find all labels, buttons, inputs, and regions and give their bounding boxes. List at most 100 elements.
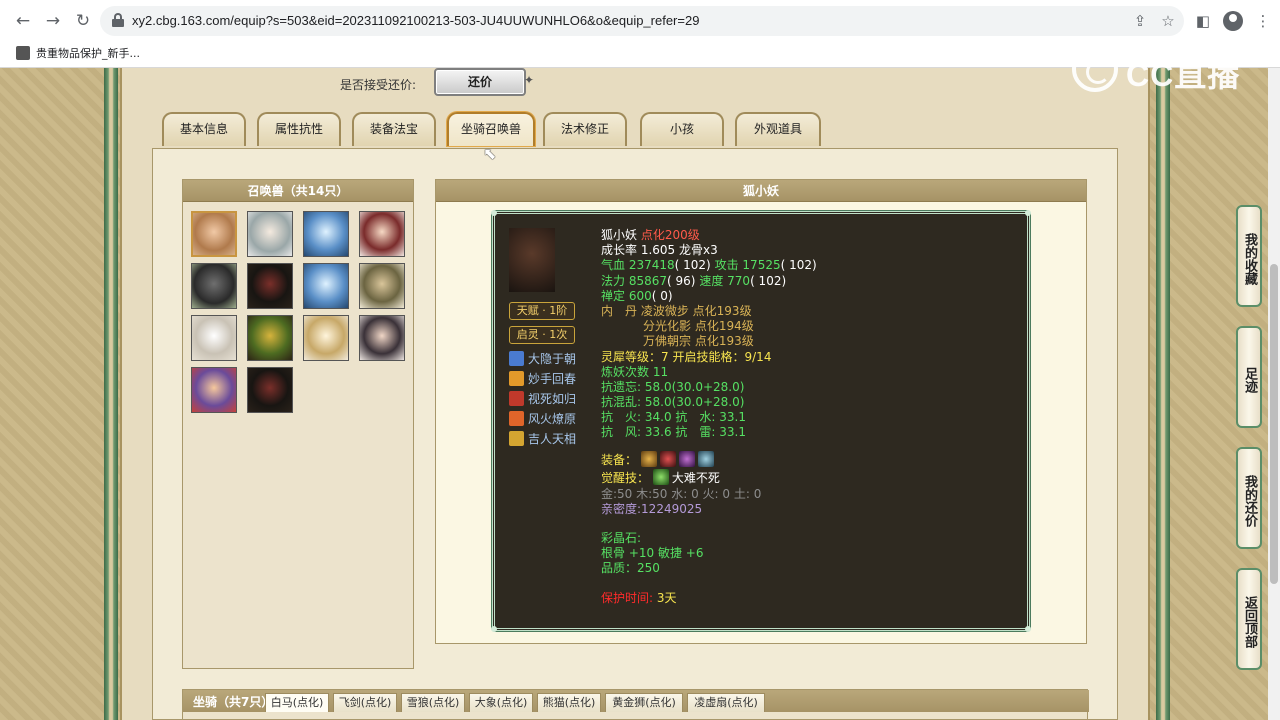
summon-portrait <box>509 228 555 292</box>
equip-slot-icon[interactable] <box>678 450 695 467</box>
talent-badge: 天赋 · 1阶 <box>509 302 575 320</box>
skill-item[interactable]: 风火燎原 <box>509 410 576 428</box>
intimacy: 亲密度:12249025 <box>601 501 703 516</box>
mount-panel: 坐骑（共7只） 白马(点化) 飞剑(点化) 雪狼(点化) 大象(点化) 熊猫(点… <box>182 689 1089 720</box>
spd-value: 770 <box>727 273 751 288</box>
star-icon[interactable]: ☆ <box>1158 11 1178 31</box>
card-corner <box>1025 626 1031 632</box>
mount-tab[interactable]: 大象(点化) <box>469 693 533 712</box>
skill-label: 视死如归 <box>528 392 577 406</box>
summon-thumb[interactable] <box>359 211 405 257</box>
tab-appearance[interactable]: 外观道具 <box>735 112 821 146</box>
card-corner <box>491 210 497 216</box>
summon-thumb[interactable] <box>191 315 237 361</box>
summon-thumb[interactable] <box>247 315 293 361</box>
skill-label: 妙手回春 <box>528 372 577 386</box>
summon-thumb[interactable] <box>191 367 237 413</box>
summon-thumb[interactable] <box>303 263 349 309</box>
awaken-skill-icon[interactable] <box>652 468 669 485</box>
card-corner <box>1025 210 1031 216</box>
mount-title: 坐骑（共7只） <box>193 695 274 709</box>
mp-label: 法力 <box>601 273 626 288</box>
lingxi-slots-label: 开启技能格： <box>672 349 745 364</box>
summon-list-title: 召唤兽（共14只） <box>183 180 413 202</box>
lock-icon <box>112 13 124 27</box>
skill-icon <box>509 431 524 446</box>
summon-info-card: 天赋 · 1阶 启灵 · 1次 大隐于朝 妙手回春 视死如归 风火燎原 吉人天相… <box>491 210 1031 632</box>
tab-equipment[interactable]: 装备法宝 <box>352 112 436 146</box>
summon-level: 点化200级 <box>640 228 700 242</box>
back-to-top-button[interactable]: 返回顶部 <box>1236 568 1262 670</box>
my-favorites-button[interactable]: 我的收藏 <box>1236 205 1262 307</box>
skill-label: 风火燎原 <box>528 412 577 426</box>
equip-label: 装备： <box>601 452 638 467</box>
mount-tab[interactable]: 雪狼(点化) <box>401 693 465 712</box>
protect-label: 保护时间: <box>601 590 654 605</box>
skill-item[interactable]: 视死如归 <box>509 390 576 408</box>
resist-row: 抗 火: 34.0 抗 水: 33.1 <box>601 410 746 425</box>
hp-value: 237418 <box>628 258 675 273</box>
my-offers-button[interactable]: 我的还价 <box>1236 447 1262 549</box>
awaken-label: 觉醒技： <box>601 470 650 485</box>
summon-thumb[interactable] <box>247 211 293 257</box>
hp-base: ( 102) <box>674 258 711 273</box>
mp-base: ( 96) <box>667 273 696 288</box>
menu-icon[interactable]: ⋮ <box>1252 10 1274 32</box>
tab-attributes[interactable]: 属性抗性 <box>257 112 341 146</box>
equip-slot-icon[interactable] <box>659 450 676 467</box>
page-scrollbar[interactable] <box>1268 68 1280 720</box>
growth-rate: 成长率 1.605 龙骨x3 <box>601 243 718 258</box>
skill-item[interactable]: 妙手回春 <box>509 370 576 388</box>
mouse-cursor-icon: ⬉ <box>483 144 497 163</box>
crystal-quality: 品质：250 <box>601 561 660 576</box>
url-text[interactable]: xy2.cbg.163.com/equip?s=503&eid=20231109… <box>132 13 699 28</box>
mount-tab[interactable]: 熊猫(点化) <box>537 693 601 712</box>
hp-label: 气血 <box>601 258 626 273</box>
tab-child[interactable]: 小孩 <box>640 112 724 146</box>
skill-icon <box>509 351 524 366</box>
summon-thumb[interactable] <box>359 315 405 361</box>
tab-basic-info[interactable]: 基本信息 <box>162 112 246 146</box>
share-icon[interactable]: ⇪ <box>1130 11 1150 31</box>
zen-value: 600 <box>628 288 652 303</box>
sidebar-icon[interactable]: ◧ <box>1192 10 1214 32</box>
back-icon[interactable]: ← <box>12 10 34 32</box>
skill-icon <box>509 411 524 426</box>
footprint-button[interactable]: 足迹 <box>1236 326 1262 428</box>
bookmark-item[interactable]: 贵重物品保护_新手... <box>16 45 140 61</box>
tab-spell-correction[interactable]: 法术修正 <box>543 112 627 146</box>
lingxi-label: 灵犀等级： <box>601 349 662 364</box>
skill-item[interactable]: 大隐于朝 <box>509 350 576 368</box>
summon-thumb[interactable] <box>247 263 293 309</box>
mount-tab[interactable]: 白马(点化) <box>265 693 329 712</box>
profile-icon[interactable] <box>1223 11 1243 31</box>
summon-thumb[interactable] <box>303 315 349 361</box>
card-corner <box>491 626 497 632</box>
scrollbar-thumb[interactable] <box>1270 264 1278 584</box>
atk-base: ( 102) <box>780 258 817 273</box>
skill-icon <box>509 371 524 386</box>
counter-offer-button[interactable]: 还价 <box>434 68 534 96</box>
skill-item[interactable]: 吉人天相 <box>509 430 576 448</box>
summon-thumb[interactable] <box>191 211 237 257</box>
summon-thumb[interactable] <box>359 263 405 309</box>
tab-mounts-summons[interactable]: 坐骑召唤兽 <box>447 112 535 146</box>
mount-tab[interactable]: 凌虚扇(点化) <box>687 693 765 712</box>
protect-value: 3天 <box>656 590 677 605</box>
summon-thumb[interactable] <box>191 263 237 309</box>
address-bar[interactable]: xy2.cbg.163.com/equip?s=503&eid=20231109… <box>100 6 1184 36</box>
equip-slot-icon[interactable] <box>640 450 657 467</box>
mount-header: 坐骑（共7只） 白马(点化) 飞剑(点化) 雪狼(点化) 大象(点化) 熊猫(点… <box>183 690 1089 712</box>
mount-tab[interactable]: 黄金狮(点化) <box>605 693 683 712</box>
offer-label: 是否接受还价: <box>340 78 417 92</box>
awaken-skill: 大难不死 <box>671 470 720 485</box>
summon-thumb[interactable] <box>247 367 293 413</box>
equip-slot-icon[interactable] <box>697 450 714 467</box>
reload-icon[interactable]: ↻ <box>72 10 94 32</box>
mp-value: 85867 <box>628 273 668 288</box>
summon-thumb[interactable] <box>303 211 349 257</box>
watermark-text: CC直播 <box>1126 57 1241 93</box>
mount-tab[interactable]: 飞剑(点化) <box>333 693 397 712</box>
forward-icon[interactable]: → <box>42 10 64 32</box>
awaken-badge: 启灵 · 1次 <box>509 326 575 344</box>
